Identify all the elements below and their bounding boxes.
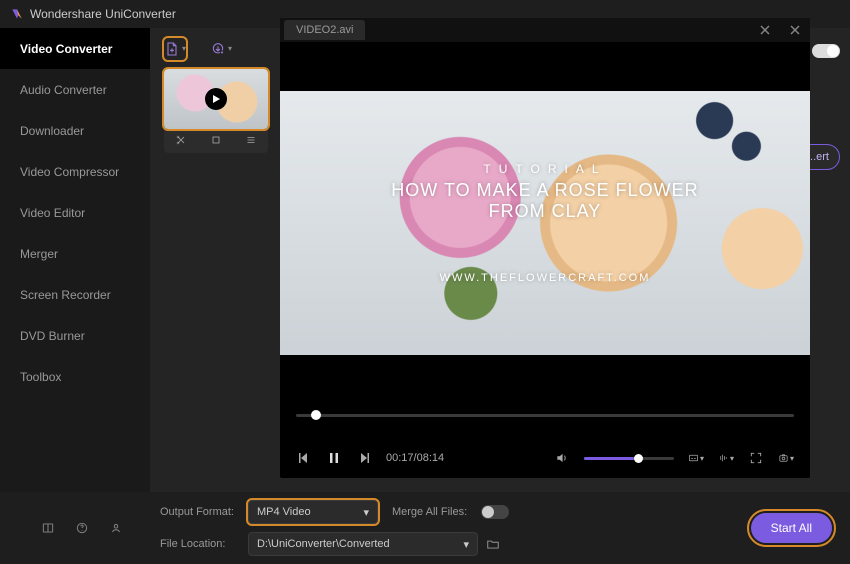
- video-viewport[interactable]: TUTORIAL HOW TO MAKE A ROSE FLOWER FROM …: [280, 42, 810, 404]
- account-icon[interactable]: [109, 521, 123, 535]
- merge-all-label: Merge All Files:: [392, 506, 467, 518]
- trim-icon[interactable]: [175, 134, 187, 146]
- caret-down-icon: ▾: [730, 454, 734, 463]
- sidebar-item-label: Toolbox: [20, 370, 61, 384]
- play-pause-button[interactable]: [326, 452, 342, 464]
- sidebar-item-video-editor[interactable]: Video Editor: [0, 192, 150, 233]
- sidebar: Video Converter Audio Converter Download…: [0, 28, 150, 492]
- caret-down-icon: ▾: [700, 454, 704, 463]
- caret-down-icon: ▾: [790, 454, 794, 463]
- prev-frame-button[interactable]: [296, 452, 312, 464]
- help-icon[interactable]: [75, 521, 89, 535]
- scrub-thumb[interactable]: [311, 410, 321, 420]
- overlay-line1: HOW TO MAKE A ROSE FLOWER: [391, 180, 698, 201]
- volume-slider[interactable]: [584, 457, 674, 460]
- thumb-toolbar: [164, 127, 268, 153]
- sidebar-item-label: Screen Recorder: [20, 288, 111, 302]
- add-file-icon: [164, 40, 180, 58]
- scrub-bar[interactable]: [280, 404, 810, 438]
- time-display: 00:17/08:14: [386, 452, 444, 464]
- overlay-url: WWW.THEFLOWERCRAFT.COM: [391, 272, 698, 284]
- chevron-down-icon: ▾: [463, 538, 469, 551]
- start-all-button[interactable]: Start All: [751, 513, 832, 543]
- overlay-tutorial: TUTORIAL: [391, 162, 698, 176]
- play-overlay-icon[interactable]: [205, 88, 227, 110]
- sidebar-item-label: Video Converter: [20, 42, 112, 56]
- volume-icon[interactable]: [554, 451, 570, 465]
- toggle-knob: [482, 506, 494, 518]
- sidebar-item-video-compressor[interactable]: Video Compressor: [0, 151, 150, 192]
- next-frame-button[interactable]: [356, 452, 372, 464]
- more-icon[interactable]: [245, 134, 257, 146]
- sidebar-item-toolbox[interactable]: Toolbox: [0, 356, 150, 397]
- video-item[interactable]: [164, 69, 268, 153]
- snapshot-button[interactable]: ▾: [778, 451, 794, 465]
- crop-icon[interactable]: [210, 134, 222, 146]
- toggle-knob: [827, 45, 839, 57]
- subtitle-button[interactable]: ▾: [688, 451, 704, 465]
- download-cloud-icon: [210, 40, 226, 58]
- preview-close-tab-button[interactable]: [750, 18, 780, 42]
- player-controls: 00:17/08:14 ▾ ▾ ▾: [280, 438, 810, 478]
- download-button[interactable]: ▾: [210, 38, 232, 60]
- caret-down-icon: ▾: [228, 44, 232, 53]
- merge-all-toggle[interactable]: [481, 505, 509, 519]
- tutorial-icon[interactable]: [41, 521, 55, 535]
- output-format-select[interactable]: MP4 Video ▾: [248, 500, 378, 524]
- sidebar-item-video-converter[interactable]: Video Converter: [0, 28, 150, 69]
- sidebar-item-label: Video Editor: [20, 206, 85, 220]
- output-format-value: MP4 Video: [257, 506, 311, 518]
- high-speed-toggle[interactable]: [812, 44, 840, 58]
- overlay-line2: FROM CLAY: [391, 201, 698, 222]
- file-location-select[interactable]: D:\UniConverter\Converted ▾: [248, 532, 478, 556]
- chevron-down-icon: ▾: [363, 506, 369, 519]
- bottom-bar: Output Format: MP4 Video ▾ Merge All Fil…: [0, 492, 850, 564]
- bottom-left-tools: [14, 521, 150, 535]
- volume-fill: [584, 457, 634, 460]
- preview-tab-bar: VIDEO2.avi: [280, 18, 810, 42]
- sidebar-item-label: Audio Converter: [20, 83, 107, 97]
- preview-window: VIDEO2.avi TUTORIAL HOW TO MAKE A ROSE F…: [280, 18, 810, 478]
- video-frame: TUTORIAL HOW TO MAKE A ROSE FLOWER FROM …: [280, 63, 810, 383]
- volume-thumb[interactable]: [634, 454, 643, 463]
- sidebar-item-screen-recorder[interactable]: Screen Recorder: [0, 274, 150, 315]
- scrub-track[interactable]: [296, 414, 794, 417]
- sidebar-item-dvd-burner[interactable]: DVD Burner: [0, 315, 150, 356]
- preview-close-window-button[interactable]: [780, 18, 810, 42]
- sidebar-item-label: Downloader: [20, 124, 84, 138]
- open-folder-button[interactable]: [486, 537, 500, 551]
- preview-tab[interactable]: VIDEO2.avi: [284, 20, 365, 40]
- app-logo-wrap: Wondershare UniConverter: [10, 7, 176, 21]
- sidebar-item-label: DVD Burner: [20, 329, 85, 343]
- sidebar-item-label: Video Compressor: [20, 165, 119, 179]
- file-location-label: File Location:: [160, 538, 234, 550]
- sidebar-item-audio-converter[interactable]: Audio Converter: [0, 69, 150, 110]
- sidebar-item-merger[interactable]: Merger: [0, 233, 150, 274]
- sidebar-item-label: Merger: [20, 247, 58, 261]
- add-file-button[interactable]: ▾: [164, 38, 186, 60]
- caret-down-icon: ▾: [182, 44, 186, 53]
- output-format-label: Output Format:: [160, 506, 234, 518]
- audio-track-button[interactable]: ▾: [718, 451, 734, 465]
- sidebar-item-downloader[interactable]: Downloader: [0, 110, 150, 151]
- video-thumbnail[interactable]: [164, 69, 268, 129]
- file-location-value: D:\UniConverter\Converted: [257, 538, 390, 550]
- app-title: Wondershare UniConverter: [30, 7, 176, 21]
- app-logo-icon: [10, 7, 24, 21]
- fullscreen-button[interactable]: [748, 451, 764, 465]
